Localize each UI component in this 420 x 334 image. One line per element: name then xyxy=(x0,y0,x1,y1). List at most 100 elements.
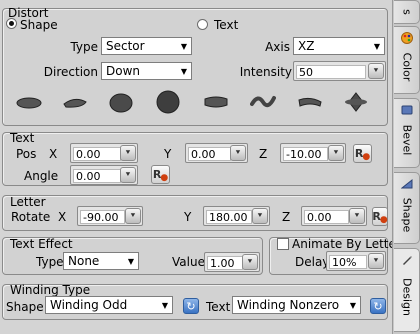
angle-reset-button[interactable]: R ● xyxy=(151,165,170,184)
preset-shape-5-icon[interactable] xyxy=(203,95,229,109)
effect-type-select[interactable]: None ▼ xyxy=(63,252,139,270)
chevron-down-icon: ▼ xyxy=(373,41,381,51)
letter-x-spinner[interactable]: -90.00 ⯆ xyxy=(77,206,143,226)
shape-radio[interactable] xyxy=(6,18,17,29)
effect-value-value[interactable]: 1.00 xyxy=(207,256,243,270)
preset-shape-6-icon[interactable] xyxy=(250,92,276,112)
chevron-down-icon: ▼ xyxy=(180,66,188,76)
letter-z-spinner[interactable]: 0.00 ⯆ xyxy=(301,206,367,226)
tab-design-label: Design xyxy=(400,277,413,316)
chevron-down-icon: ▼ xyxy=(349,300,357,310)
direction-select[interactable]: Down ▼ xyxy=(101,62,192,80)
tab-partial[interactable]: s xyxy=(394,0,420,24)
axis-select[interactable]: XZ ▼ xyxy=(293,37,385,55)
text-radio[interactable] xyxy=(197,19,208,30)
axis-value: XZ xyxy=(298,39,315,53)
winding-shape-label: Shape xyxy=(6,300,44,314)
text-z-value[interactable]: -10.00 xyxy=(283,147,328,161)
type-label: Type xyxy=(70,40,98,54)
effect-type-label: Type xyxy=(36,255,64,269)
intensity-value[interactable]: 50 xyxy=(296,65,366,79)
shape-radio-label: Shape xyxy=(20,18,58,32)
preset-shape-2-icon[interactable] xyxy=(62,94,88,110)
angle-spinner[interactable]: 0.00 ⯆ xyxy=(70,165,138,185)
text-radio-label: Text xyxy=(214,18,239,32)
letter-x-label: X xyxy=(58,210,67,224)
spin-arrows-icon[interactable]: ⯆ xyxy=(328,145,344,161)
winding-shape-select[interactable]: Winding Odd ▼ xyxy=(45,296,173,314)
axis-label: Axis xyxy=(265,40,290,54)
spin-arrows-icon[interactable]: ⯆ xyxy=(368,63,384,79)
chevron-down-icon: ▼ xyxy=(161,300,169,310)
shape-icon xyxy=(401,178,413,189)
preset-shape-8-icon[interactable] xyxy=(343,91,369,113)
letter-z-label: Z xyxy=(282,210,291,224)
winding-text-label: Text xyxy=(206,300,231,314)
text-pos-reset-button[interactable]: R ● xyxy=(353,144,372,163)
winding-text-value: Winding Nonzero xyxy=(237,298,340,312)
palette-icon xyxy=(401,32,413,44)
text-x-spinner[interactable]: 0.00 ⯆ xyxy=(70,143,138,163)
spin-arrows-icon[interactable]: ⯆ xyxy=(368,253,384,269)
intensity-spinner[interactable]: 50 ⯆ xyxy=(293,61,386,81)
rotate-label: Rotate xyxy=(11,210,51,224)
text-z-spinner[interactable]: -10.00 ⯆ xyxy=(280,143,346,163)
preset-shape-3-icon[interactable] xyxy=(108,91,134,113)
reset-icon: ● xyxy=(362,151,371,162)
spin-arrows-icon[interactable]: ⯆ xyxy=(230,145,246,161)
winding-shape-refresh-icon[interactable]: ↻ xyxy=(183,298,199,314)
delay-label: Delay xyxy=(295,255,330,269)
reset-icon: ● xyxy=(160,172,169,183)
effect-type-value: None xyxy=(68,254,100,268)
tab-shape[interactable]: Shape xyxy=(394,172,420,244)
letter-z-value[interactable]: 0.00 xyxy=(304,210,349,224)
intensity-label: Intensity xyxy=(239,65,292,79)
reset-icon: ● xyxy=(379,214,388,225)
spin-arrows-icon[interactable]: ⯆ xyxy=(252,208,268,224)
delay-value[interactable]: 10% xyxy=(329,255,367,269)
letter-y-spinner[interactable]: 180.00 ⯆ xyxy=(203,206,270,226)
delay-spinner[interactable]: 10% ⯆ xyxy=(326,251,386,271)
text-z-label: Z xyxy=(259,147,268,161)
direction-value: Down xyxy=(106,64,141,78)
spin-arrows-icon[interactable]: ⯆ xyxy=(242,254,258,270)
side-tab-strip: s Color Bevel Shape Design xyxy=(392,0,420,334)
tab-color-label: Color xyxy=(400,52,413,81)
letter-y-label: Y xyxy=(184,210,192,224)
winding-shape-value: Winding Odd xyxy=(50,298,128,312)
spin-arrows-icon[interactable]: ⯆ xyxy=(120,167,136,183)
tab-shape-label: Shape xyxy=(400,197,413,233)
letter-rotate-reset-button[interactable]: R ● xyxy=(372,207,388,226)
chevron-down-icon: ▼ xyxy=(127,256,135,266)
tab-color[interactable]: Color xyxy=(394,26,420,94)
text-y-label: Y xyxy=(164,147,172,161)
preset-shape-7-icon[interactable] xyxy=(297,94,323,110)
chevron-down-icon: ▼ xyxy=(180,41,188,51)
text-title: Text xyxy=(10,131,35,145)
tab-partial-label: s xyxy=(400,9,413,15)
animate-by-letter-checkbox[interactable] xyxy=(277,238,289,250)
bevel-icon xyxy=(401,105,413,115)
tab-bevel[interactable]: Bevel xyxy=(394,98,420,168)
type-value: Sector xyxy=(106,39,145,53)
letter-y-value[interactable]: 180.00 xyxy=(206,210,252,224)
text-y-value[interactable]: 0.00 xyxy=(188,147,231,161)
spin-arrows-icon[interactable]: ⯆ xyxy=(349,208,365,224)
winding-text-select[interactable]: Winding Nonzero ▼ xyxy=(232,296,361,314)
angle-value[interactable]: 0.00 xyxy=(73,169,121,183)
letter-x-value[interactable]: -90.00 xyxy=(80,210,125,224)
effect-value-spinner[interactable]: 1.00 ⯆ xyxy=(204,252,260,272)
spin-arrows-icon[interactable]: ⯆ xyxy=(125,208,141,224)
type-select[interactable]: Sector ▼ xyxy=(101,37,192,55)
distort-panel: Distort Shape Text Type Sector ▼ Axis XZ… xyxy=(0,0,401,334)
tab-bevel-label: Bevel xyxy=(400,124,413,156)
preset-shape-1-icon[interactable] xyxy=(16,94,42,110)
text-x-value[interactable]: 0.00 xyxy=(73,147,121,161)
spin-arrows-icon[interactable]: ⯆ xyxy=(120,145,136,161)
tab-design[interactable]: Design xyxy=(394,248,420,332)
angle-label: Angle xyxy=(24,169,59,183)
letter-title: Letter xyxy=(10,195,46,209)
text-y-spinner[interactable]: 0.00 ⯆ xyxy=(185,143,248,163)
winding-text-refresh-icon[interactable]: ↻ xyxy=(370,298,386,314)
preset-shape-4-icon[interactable] xyxy=(155,90,181,114)
